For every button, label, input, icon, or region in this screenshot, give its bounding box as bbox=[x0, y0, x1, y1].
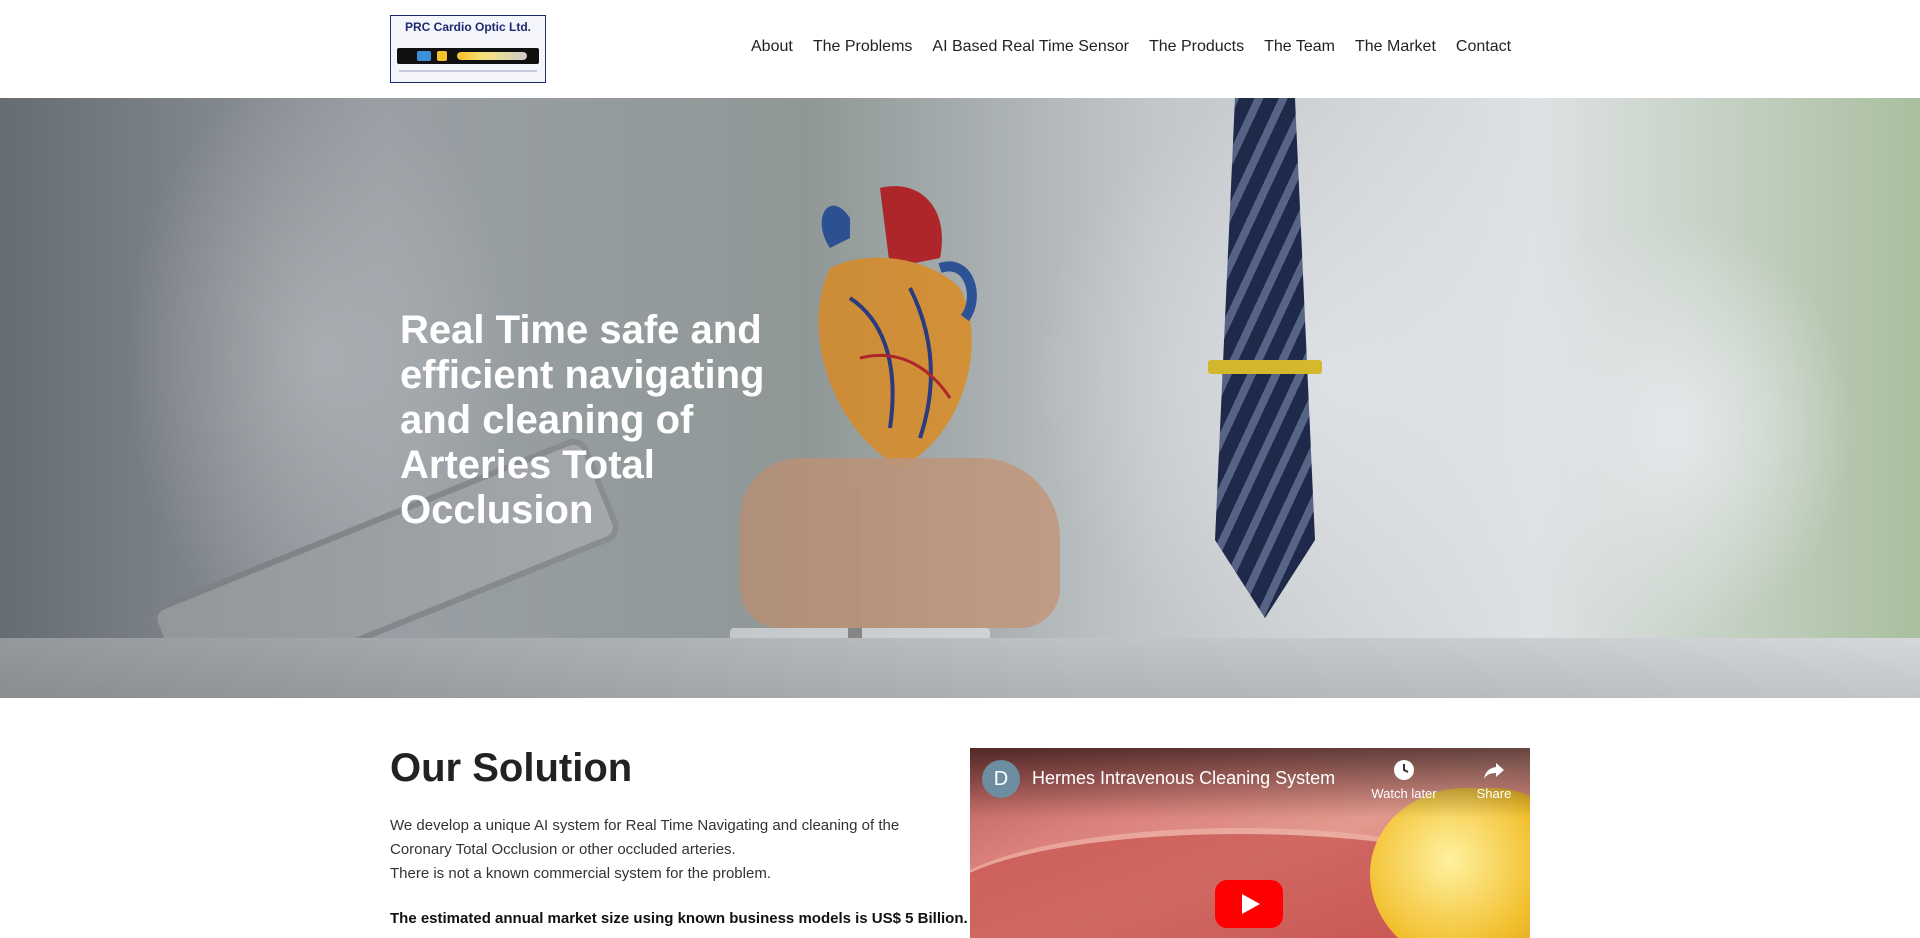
main-navigation: About The Problems AI Based Real Time Se… bbox=[751, 38, 1511, 56]
company-logo[interactable]: PRC Cardio Optic Ltd. bbox=[390, 15, 546, 83]
watch-later-button[interactable]: Watch later bbox=[1364, 758, 1444, 801]
site-header: PRC Cardio Optic Ltd. About The Problems… bbox=[0, 0, 1920, 98]
logo-underline bbox=[399, 70, 537, 72]
channel-avatar[interactable]: D bbox=[982, 760, 1020, 798]
share-button[interactable]: Share bbox=[1454, 758, 1530, 801]
solution-paragraph-2: There is not a known commercial system f… bbox=[390, 865, 771, 882]
nav-the-team[interactable]: The Team bbox=[1264, 38, 1335, 56]
logo-text: PRC Cardio Optic Ltd. bbox=[405, 20, 531, 34]
hero-title: Real Time safe and efficient navigating … bbox=[400, 308, 765, 532]
share-arrow-icon bbox=[1484, 763, 1504, 779]
nav-about[interactable]: About bbox=[751, 38, 793, 56]
solution-description: We develop a unique AI system for Real T… bbox=[390, 814, 950, 886]
nav-the-problems[interactable]: The Problems bbox=[813, 38, 913, 56]
nav-the-products[interactable]: The Products bbox=[1149, 38, 1244, 56]
nav-contact[interactable]: Contact bbox=[1456, 38, 1511, 56]
solution-heading: Our Solution bbox=[390, 746, 633, 790]
youtube-video-embed[interactable]: D Hermes Intravenous Cleaning System Wat… bbox=[970, 748, 1530, 938]
watch-later-label: Watch later bbox=[1371, 786, 1437, 801]
clock-icon bbox=[1394, 760, 1414, 780]
share-label: Share bbox=[1476, 786, 1512, 801]
hero-banner: Real Time safe and efficient navigating … bbox=[0, 98, 1920, 698]
logo-device-graphic bbox=[397, 48, 539, 64]
play-button[interactable] bbox=[1215, 880, 1283, 928]
nav-ai-sensor[interactable]: AI Based Real Time Sensor bbox=[932, 38, 1129, 56]
nav-the-market[interactable]: The Market bbox=[1355, 38, 1436, 56]
solution-market-size: The estimated annual market size using k… bbox=[390, 910, 968, 927]
video-title[interactable]: Hermes Intravenous Cleaning System bbox=[1032, 768, 1335, 789]
solution-paragraph-1: We develop a unique AI system for Real T… bbox=[390, 817, 900, 858]
play-icon bbox=[1242, 894, 1260, 914]
